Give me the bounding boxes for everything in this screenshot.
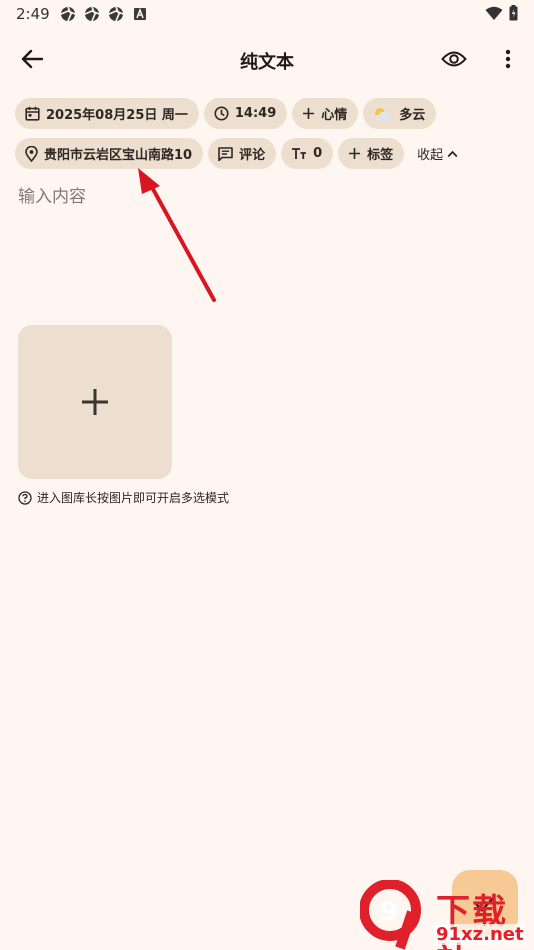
mood-chip[interactable]: 心情 [292,98,359,129]
weather-chip-label: 多云 [399,108,426,123]
watermark-logo-text: 9 [380,897,398,927]
watermark-logo-icon: 9 [359,879,421,950]
tag-chip-label: 标签 [367,148,394,163]
aperture-icon [60,6,76,22]
calendar-icon [25,106,40,121]
status-time: 2:49 [16,5,50,23]
comment-chip[interactable]: 评论 [208,138,277,169]
help-circle-icon [18,490,32,505]
aperture-icon [84,6,100,22]
gallery-hint: 进入图库长按图片即可开启多选模式 [18,489,229,506]
collapse-button[interactable]: 收起 [409,138,458,169]
collapse-label: 收起 [417,148,444,163]
text-size-icon [292,148,307,159]
more-button[interactable] [496,46,520,72]
location-pin-icon [25,145,38,162]
plus-icon [349,148,361,159]
text-size-chip[interactable]: 0 [281,138,334,169]
chevron-up-icon [447,150,458,157]
preview-button[interactable] [440,46,468,72]
time-chip[interactable]: 14:49 [203,98,288,129]
meta-chip-row-1: 2025年08月25日 周一 14:49 心情 多云 [15,98,437,129]
date-chip-label: 2025年08月25日 周一 [46,108,188,123]
weather-chip[interactable]: 多云 [363,98,437,129]
battery-icon [509,5,518,21]
watermark-url: 91xz.net [434,924,526,945]
date-chip[interactable]: 2025年08月25日 周一 [15,98,199,129]
watermark: 9 下载站 91xz.net [359,879,534,950]
location-chip[interactable]: 贵阳市云岩区宝山南路10 [15,138,204,169]
eye-icon [441,51,467,67]
meta-chip-row-2: 贵阳市云岩区宝山南路10 评论 0 标签 收起 [15,138,458,169]
tag-chip[interactable]: 标签 [338,138,405,169]
text-size-chip-value: 0 [313,146,323,161]
app-bar: 纯文本 [0,36,534,82]
wifi-icon [485,6,503,20]
status-bar: 2:49 [0,0,534,28]
font-a-icon [134,7,146,20]
app-screen: 2:49 纯文本 2025年08月25日 周一 14:49 心情 多云 贵阳市云… [0,0,534,950]
plus-icon [82,389,108,415]
cloudy-weather-icon [375,107,392,120]
plus-icon [303,108,315,119]
comment-chip-label: 评论 [239,148,266,163]
content-input[interactable] [18,182,518,302]
mood-chip-label: 心情 [321,108,348,123]
time-chip-label: 14:49 [234,106,277,121]
comment-icon [218,146,233,161]
location-chip-label: 贵阳市云岩区宝山南路10 [44,148,193,163]
clock-icon [214,106,229,121]
gallery-hint-text: 进入图库长按图片即可开启多选模式 [37,491,230,505]
status-right [485,5,518,21]
add-image-button[interactable] [18,325,172,479]
more-vert-icon [505,49,511,69]
notification-icons [60,6,148,22]
aperture-icon [108,6,124,22]
